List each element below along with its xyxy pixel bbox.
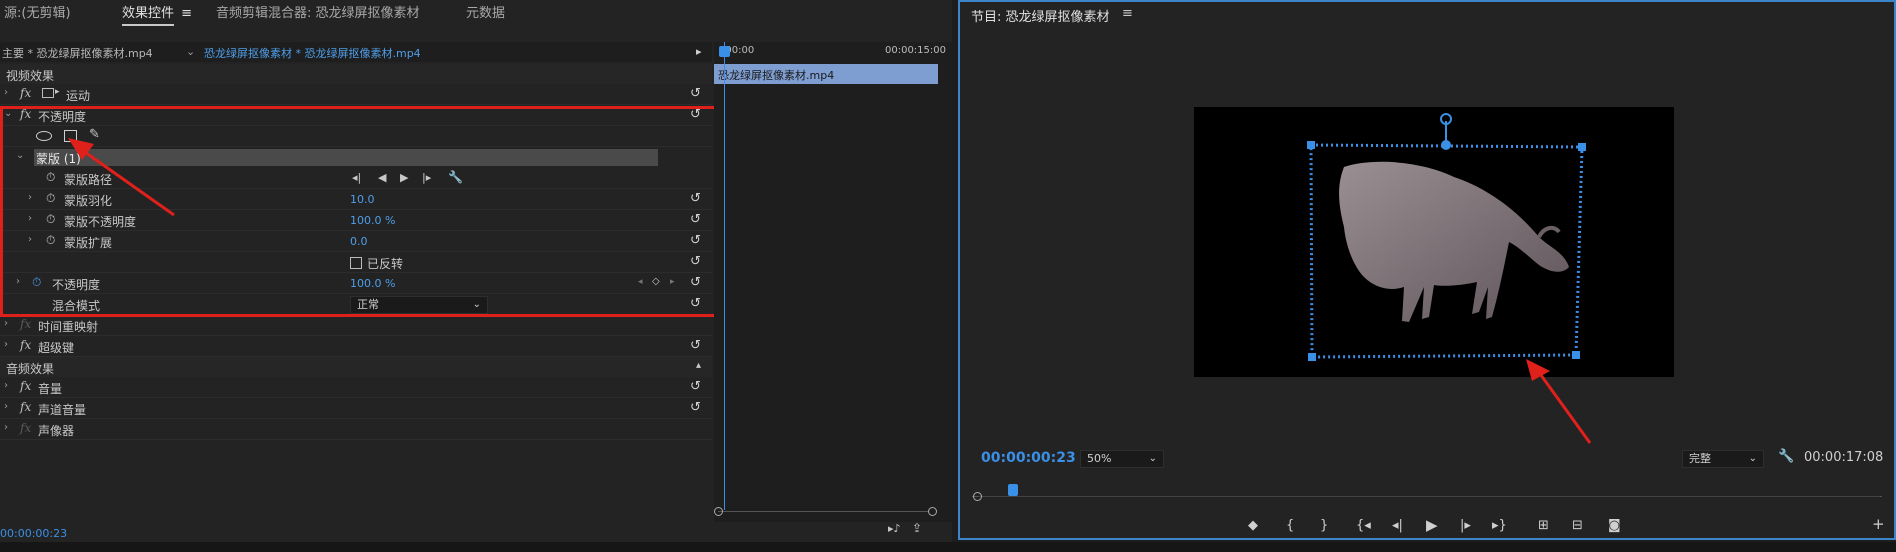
- mask-outline[interactable]: [1194, 107, 1674, 377]
- play-triangle-icon[interactable]: ▸: [696, 45, 702, 58]
- chevron-right-icon[interactable]: ›: [4, 401, 8, 412]
- menu-icon[interactable]: ≡: [181, 4, 192, 24]
- fx-icon[interactable]: fx: [20, 379, 31, 393]
- chevron-right-icon[interactable]: ›: [4, 87, 8, 98]
- time-remap-label: 时间重映射: [38, 320, 99, 334]
- volume-label: 音量: [38, 382, 63, 396]
- camera-icon[interactable]: ◙: [1608, 518, 1621, 533]
- mark-in-icon[interactable]: {: [1286, 518, 1294, 533]
- effect-row-ultra-key[interactable]: › fx 超级键 ↺: [0, 336, 712, 357]
- go-to-in-icon[interactable]: {◂: [1356, 518, 1371, 533]
- effect-controls-panel: 源:(无剪辑) 效果控件 ≡ 音频剪辑混合器: 恐龙绿屏抠像素材 元数据 主要 *…: [0, 0, 952, 542]
- export-icon[interactable]: ⇪: [912, 521, 922, 535]
- reset-icon[interactable]: ↺: [690, 400, 701, 415]
- playhead-handle[interactable]: [719, 46, 730, 57]
- step-back-icon[interactable]: ◂|: [1392, 518, 1403, 533]
- effect-row-motion[interactable]: › fx ▸ 运动 ↺: [0, 84, 712, 105]
- chevron-right-icon[interactable]: ›: [4, 339, 8, 350]
- playhead-handle[interactable]: [1008, 484, 1018, 496]
- bottom-strip: [0, 542, 1896, 552]
- collapse-up-icon[interactable]: ▴: [696, 360, 701, 371]
- zoom-scrollbar[interactable]: [978, 496, 1880, 497]
- fx-icon[interactable]: fx: [20, 400, 31, 414]
- scroll-handle-right[interactable]: [928, 507, 937, 516]
- timeline-clip[interactable]: 恐龙绿屏抠像素材.mp4: [714, 64, 938, 84]
- video-effects-label: 视频效果: [6, 69, 55, 83]
- fx-icon: fx: [20, 421, 32, 435]
- quality-dropdown[interactable]: 完整 ⌄: [1682, 450, 1764, 468]
- lift-icon[interactable]: ⊞: [1538, 518, 1549, 533]
- channel-volume-label: 声道音量: [38, 403, 87, 417]
- sequence-clip-label[interactable]: 恐龙绿屏抠像素材 * 恐龙绿屏抠像素材.mp4: [204, 45, 421, 61]
- zoom-dropdown[interactable]: 50% ⌄: [1080, 450, 1164, 468]
- chevron-down-icon: ⌄: [1748, 453, 1757, 464]
- chevron-right-icon[interactable]: ›: [4, 318, 8, 329]
- tab-audio-mixer[interactable]: 音频剪辑混合器: 恐龙绿屏抠像素材: [216, 4, 420, 24]
- program-title[interactable]: 节目: 恐龙绿屏抠像素材: [971, 6, 1110, 25]
- audio-play-icon[interactable]: ▸♪: [888, 522, 901, 535]
- video-frame[interactable]: [1194, 107, 1674, 377]
- audio-effects-section: 音频效果 ▴: [0, 357, 712, 377]
- tab-effect-controls[interactable]: 效果控件 ≡: [122, 4, 192, 26]
- reset-icon[interactable]: ↺: [690, 379, 701, 394]
- tab-effect-controls-label: 效果控件: [122, 6, 175, 21]
- chevron-down-icon: ⌄: [186, 45, 196, 58]
- playhead[interactable]: [724, 42, 725, 510]
- duration-label: 00:00:17:08: [1804, 450, 1884, 465]
- zoom-value: 50%: [1087, 452, 1112, 465]
- step-forward-icon[interactable]: |▸: [1460, 518, 1471, 533]
- effect-timecode[interactable]: 00:00:00:23: [0, 527, 67, 540]
- master-clip-label[interactable]: 主要 * 恐龙绿屏抠像素材.mp4: [2, 45, 153, 61]
- video-effects-section: 视频效果: [0, 64, 712, 84]
- effect-row-panner[interactable]: › fx 声像器: [0, 419, 712, 440]
- wrench-icon[interactable]: 🔧: [1778, 449, 1794, 464]
- fx-icon[interactable]: fx: [20, 338, 31, 352]
- timeline-scrollbar[interactable]: [718, 511, 928, 512]
- marker-icon[interactable]: ◆: [1248, 518, 1258, 533]
- effect-row-channel-volume[interactable]: › fx 声道音量 ↺: [0, 398, 712, 419]
- reset-icon[interactable]: ↺: [690, 86, 701, 101]
- panner-label: 声像器: [38, 424, 75, 438]
- ultra-key-label: 超级键: [38, 341, 75, 355]
- extract-icon[interactable]: ⊟: [1572, 518, 1583, 533]
- transform-icon[interactable]: [42, 88, 54, 98]
- chevron-down-icon: ⌄: [1148, 453, 1157, 464]
- chevron-right-icon[interactable]: ›: [4, 422, 8, 433]
- tab-metadata[interactable]: 元数据: [466, 4, 505, 24]
- scroll-handle-left[interactable]: [973, 492, 982, 501]
- plus-icon[interactable]: +: [1872, 515, 1885, 533]
- play-small-icon: ▸: [55, 87, 60, 97]
- effect-timeline[interactable]: :00:00 00:00:15:00 恐龙绿屏抠像素材.mp4 ▸♪ ⇪: [714, 42, 952, 535]
- quality-value: 完整: [1689, 452, 1711, 465]
- fx-icon[interactable]: fx: [20, 86, 31, 100]
- tab-source[interactable]: 源:(无剪辑): [4, 4, 71, 24]
- annotation-arrow: [1526, 359, 1592, 444]
- program-timecode[interactable]: 00:00:00:23: [981, 450, 1076, 466]
- clip-selector-row: 主要 * 恐龙绿屏抠像素材.mp4 ⌄ 恐龙绿屏抠像素材 * 恐龙绿屏抠像素材.…: [0, 42, 712, 62]
- scroll-handle-left[interactable]: [714, 507, 723, 516]
- effect-row-time-remap[interactable]: › fx 时间重映射: [0, 315, 712, 336]
- fx-icon: fx: [20, 317, 32, 331]
- motion-label: 运动: [66, 89, 91, 103]
- timeline-clip-label: 恐龙绿屏抠像素材.mp4: [718, 69, 835, 82]
- menu-icon[interactable]: ≡: [1122, 6, 1133, 21]
- effect-row-volume[interactable]: › fx 音量 ↺: [0, 377, 712, 398]
- play-icon[interactable]: ▶: [1426, 516, 1438, 534]
- reset-icon[interactable]: ↺: [690, 338, 701, 353]
- annotation-arrow: [68, 138, 175, 217]
- audio-effects-label: 音频效果: [6, 362, 55, 376]
- timeline-end-label: 00:00:15:00: [884, 45, 946, 56]
- mark-out-icon[interactable]: }: [1320, 518, 1328, 533]
- chevron-right-icon[interactable]: ›: [4, 380, 8, 391]
- go-to-out-icon[interactable]: ▸}: [1492, 518, 1507, 533]
- program-monitor: 节目: 恐龙绿屏抠像素材 ≡ 00:00:00:23 50% ⌄ 完整 ⌄ 🔧 …: [958, 0, 1896, 540]
